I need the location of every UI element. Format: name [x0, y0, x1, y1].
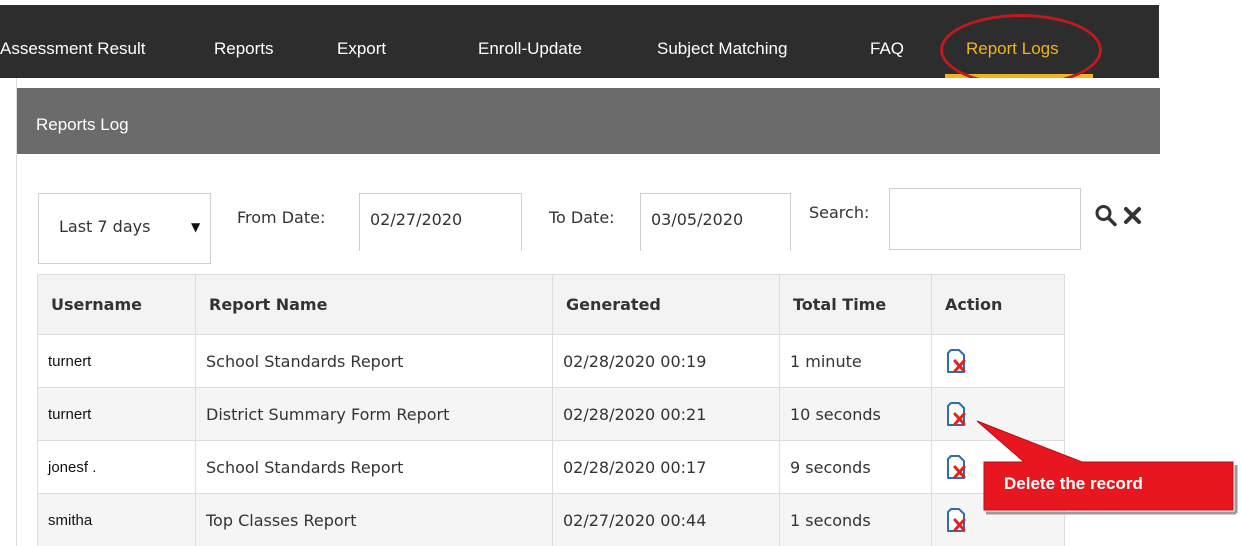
delete-file-icon[interactable]	[944, 348, 968, 374]
cell-username: smitha	[37, 493, 196, 546]
cell-report-name: Top Classes Report	[195, 493, 553, 546]
delete-file-icon[interactable]	[944, 401, 968, 427]
delete-file-icon[interactable]	[944, 507, 968, 533]
report-logs-highlight-ring	[940, 14, 1102, 86]
panel-title: Reports Log	[36, 115, 129, 134]
cell-generated: 02/28/2020 00:17	[552, 440, 780, 494]
table-row: turnert District Summary Form Report 02/…	[37, 387, 1065, 441]
search-label: Search:	[809, 203, 870, 222]
cell-total-time: 9 seconds	[779, 440, 932, 494]
table-row: smitha Top Classes Report 02/27/2020 00:…	[37, 493, 1065, 546]
panel-header: Reports Log	[17, 88, 1160, 154]
column-header-report-name[interactable]: Report Name	[195, 274, 553, 335]
column-header-total-time[interactable]: Total Time	[779, 274, 932, 335]
cell-action	[931, 493, 1065, 546]
from-date-value: 02/27/2020	[370, 210, 463, 229]
cell-username: turnert	[37, 387, 196, 441]
nav-reports[interactable]: Reports	[214, 5, 274, 78]
cell-report-name: District Summary Form Report	[195, 387, 553, 441]
cell-report-name: School Standards Report	[195, 334, 553, 388]
column-header-username[interactable]: Username	[37, 274, 196, 335]
from-date-label: From Date:	[237, 208, 326, 227]
table-row: jonesf . School Standards Report 02/28/2…	[37, 440, 1065, 494]
delete-file-icon[interactable]	[944, 454, 968, 480]
cell-total-time: 10 seconds	[779, 387, 932, 441]
search-input[interactable]	[889, 188, 1081, 250]
cell-total-time: 1 seconds	[779, 493, 932, 546]
nav-export[interactable]: Export	[337, 5, 386, 78]
nav-assessment-result[interactable]: Assessment Result	[0, 5, 146, 78]
reports-log-table: Username Report Name Generated Total Tim…	[37, 274, 1065, 546]
cell-generated: 02/28/2020 00:19	[552, 334, 780, 388]
to-date-label: To Date:	[549, 208, 615, 227]
cell-username: turnert	[37, 334, 196, 388]
search-icon[interactable]	[1094, 203, 1118, 227]
to-date-input[interactable]: 03/05/2020	[640, 193, 791, 251]
period-select[interactable]: Last 7 days ▼	[38, 193, 211, 264]
column-header-generated[interactable]: Generated	[552, 274, 780, 335]
cell-action	[931, 334, 1065, 388]
nav-subject-matching[interactable]: Subject Matching	[657, 5, 787, 78]
nav-faq[interactable]: FAQ	[870, 5, 904, 78]
table-header-row: Username Report Name Generated Total Tim…	[37, 274, 1065, 335]
cell-generated: 02/27/2020 00:44	[552, 493, 780, 546]
callout-text: Delete the record	[1004, 474, 1143, 493]
cell-report-name: School Standards Report	[195, 440, 553, 494]
period-select-value: Last 7 days	[59, 217, 151, 236]
cell-generated: 02/28/2020 00:21	[552, 387, 780, 441]
clear-search-icon[interactable]	[1121, 203, 1145, 227]
cell-total-time: 1 minute	[779, 334, 932, 388]
nav-enroll-update[interactable]: Enroll-Update	[478, 5, 582, 78]
column-header-action: Action	[931, 274, 1065, 335]
cell-username: jonesf .	[37, 440, 196, 494]
cell-action	[931, 387, 1065, 441]
table-row: turnert School Standards Report 02/28/20…	[37, 334, 1065, 388]
from-date-input[interactable]: 02/27/2020	[359, 193, 522, 251]
to-date-value: 03/05/2020	[651, 210, 744, 229]
caret-down-icon: ▼	[191, 220, 201, 234]
